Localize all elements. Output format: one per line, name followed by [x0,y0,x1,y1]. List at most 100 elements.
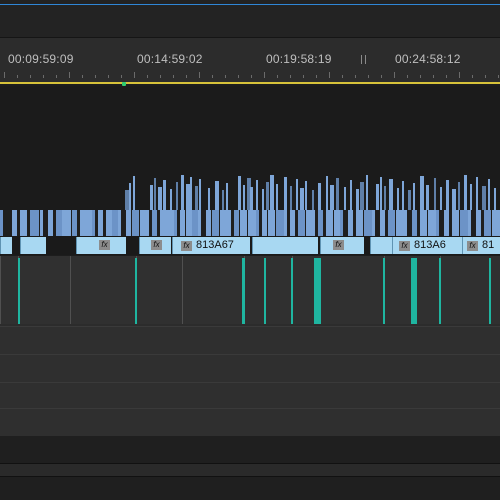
video-clip-stripe[interactable] [276,184,278,210]
video-clip[interactable] [220,210,229,236]
video-clip-stripe[interactable] [243,185,245,210]
video-clip-stripe[interactable] [318,183,321,210]
ruler-marker-icon[interactable] [361,55,366,64]
video-clip-stripe[interactable] [181,175,184,210]
video-clip[interactable] [372,210,375,236]
audio-clip[interactable] [244,256,292,324]
video-clip-stripe[interactable] [305,181,307,210]
video-clip[interactable] [452,210,459,236]
video-clip-stripe[interactable] [464,175,467,210]
audio-track[interactable] [0,382,500,408]
video-clip-stripe[interactable] [215,181,219,210]
video-clip-stripe[interactable] [190,177,192,210]
video-clip-stripe[interactable] [452,189,456,210]
video-clip[interactable] [20,210,27,236]
audio-clip[interactable] [292,256,384,324]
audio-clip[interactable] [70,256,136,324]
video-clip[interactable] [340,210,343,236]
video-clip-stripe[interactable] [376,184,379,210]
video-clip-stripe[interactable] [380,177,382,210]
video-clip-stripe[interactable] [344,187,346,210]
video-clip-stripe[interactable] [446,180,449,210]
clip-segment[interactable]: fx 813A6 [392,237,462,254]
clip-segment[interactable] [252,237,318,254]
video-clip[interactable] [174,210,177,236]
video-clip-stripe[interactable] [397,188,399,210]
video-clip-stripe[interactable] [420,176,424,210]
video-clip-stripe[interactable] [476,177,478,210]
video-clip[interactable] [92,210,95,236]
video-clip[interactable] [262,210,267,236]
video-clip-stripe[interactable] [296,179,298,210]
video-clip[interactable] [326,210,333,236]
audio-track[interactable] [0,354,500,382]
video-clip[interactable] [234,210,239,236]
video-clip-stripe[interactable] [186,184,190,210]
video-clip[interactable] [484,210,491,236]
video-clip[interactable] [160,210,167,236]
video-clip-stripe[interactable] [336,178,339,210]
video-clip-stripe[interactable] [458,182,460,210]
video-clip[interactable] [268,210,275,236]
video-clip[interactable] [348,210,353,236]
video-clip-stripe[interactable] [494,188,496,210]
video-clip[interactable] [72,210,77,236]
video-clip-stripe[interactable] [326,176,328,210]
video-clip-stripe[interactable] [350,180,352,210]
video-clip-stripe[interactable] [360,182,364,210]
video-clip[interactable] [80,210,87,236]
video-clip-stripe[interactable] [158,187,162,210]
video-clip-stripe[interactable] [163,180,166,210]
video-clip-stripe[interactable] [312,190,314,210]
time-ruler[interactable]: 00:09:59:09 00:14:59:02 00:19:58:19 00:2… [0,38,500,84]
video-clip[interactable] [312,210,315,236]
video-clip[interactable] [166,210,175,236]
video-clip-stripe[interactable] [222,190,224,210]
video-clip-stripe[interactable] [290,186,292,210]
video-clip[interactable] [68,210,71,236]
clip-label-track[interactable]: fx fx fx 813A67 fx fx 813A6 fx 81 [0,236,500,255]
video-clip[interactable] [106,210,113,236]
audio-track[interactable] [0,408,500,436]
horizontal-scrollbar[interactable] [0,463,500,477]
audio-clip[interactable] [182,256,244,324]
video-track[interactable] [0,210,500,236]
video-clip[interactable] [56,210,63,236]
video-clip-stripe[interactable] [470,184,472,210]
video-clip[interactable] [30,210,39,236]
video-clip[interactable] [444,210,449,236]
video-clip-stripe[interactable] [356,189,359,210]
clip-segment[interactable] [20,237,46,254]
video-clip-stripe[interactable] [256,180,258,210]
video-clip[interactable] [388,210,395,236]
video-clip-stripe[interactable] [389,179,393,210]
clip-segment[interactable]: fx [76,237,126,254]
video-clip-stripe[interactable] [199,179,201,210]
video-clip[interactable] [12,210,17,236]
video-clip-stripe[interactable] [300,188,304,210]
video-clip[interactable] [206,210,211,236]
video-clip[interactable] [356,210,363,236]
clip-segment[interactable]: fx [139,237,171,254]
video-clip-stripe[interactable] [125,190,129,210]
video-clip[interactable] [290,210,295,236]
video-clip-stripe[interactable] [413,183,415,210]
video-clip-stripe[interactable] [366,175,368,210]
video-clip[interactable] [476,210,481,236]
video-clip[interactable] [492,210,500,236]
video-clip[interactable] [126,210,131,236]
video-clip[interactable] [186,210,193,236]
video-clip-stripe[interactable] [133,176,135,210]
clip-segment[interactable]: fx [320,237,364,254]
audio-clip[interactable] [136,256,182,324]
video-clip-stripe[interactable] [195,186,198,210]
video-clip-stripe[interactable] [426,185,429,210]
video-clip[interactable] [228,210,231,236]
video-clip[interactable] [298,210,305,236]
video-clip[interactable] [460,210,469,236]
audio-clip[interactable] [0,256,18,324]
video-clip[interactable] [180,210,185,236]
video-clip-stripe[interactable] [408,190,411,210]
video-clip-stripe[interactable] [402,181,404,210]
video-clip[interactable] [396,210,405,236]
